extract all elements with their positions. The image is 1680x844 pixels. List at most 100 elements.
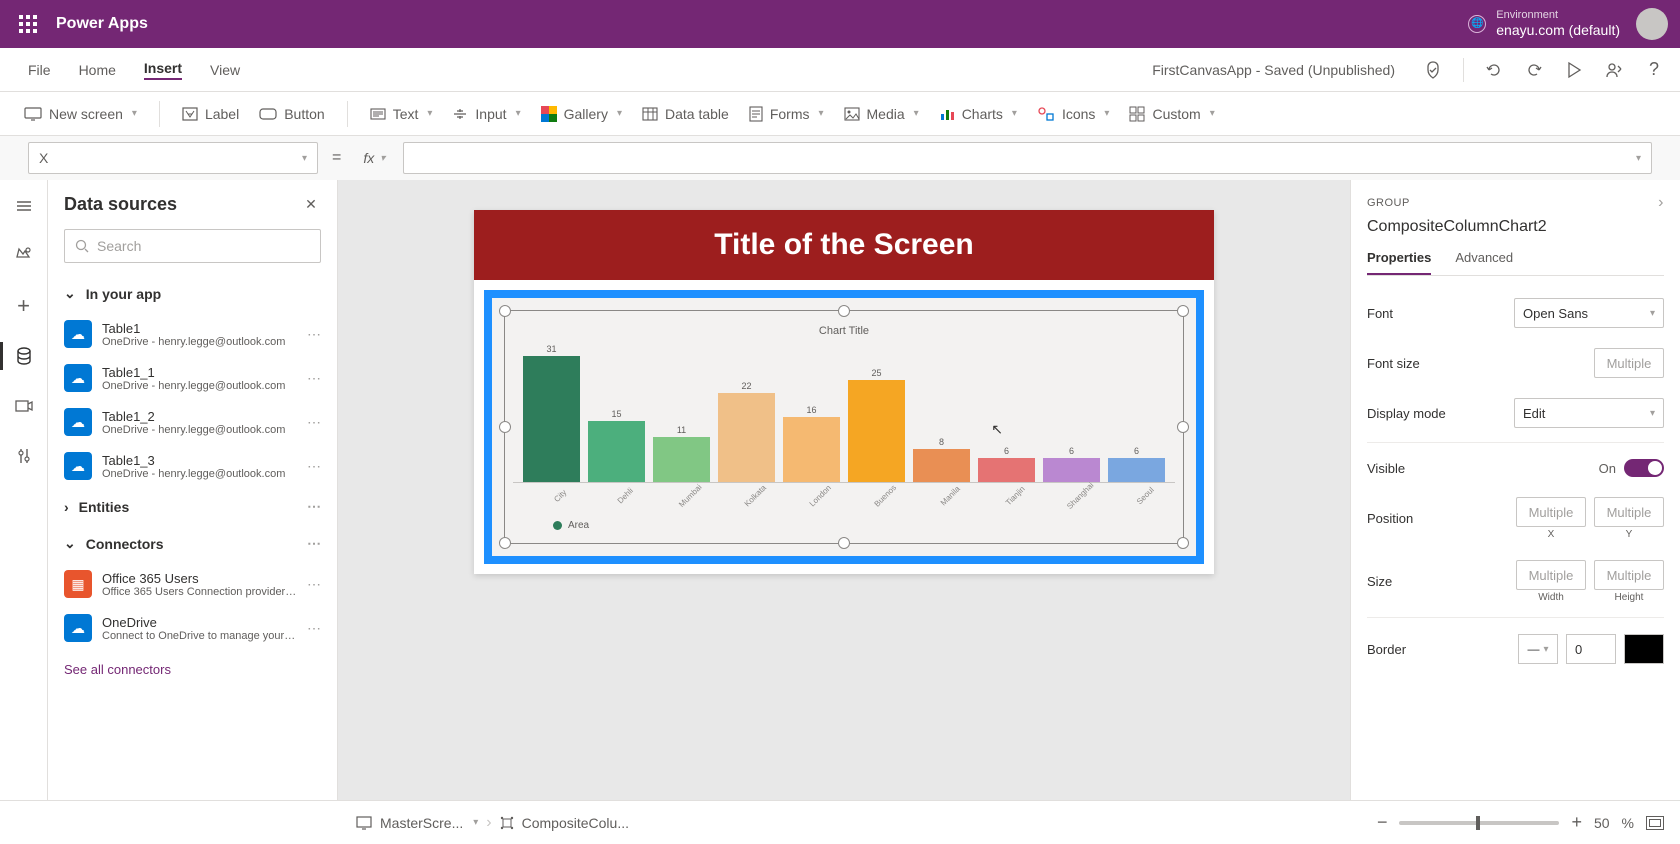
- zoom-slider[interactable]: [1399, 821, 1559, 825]
- resize-handle[interactable]: [1177, 537, 1189, 549]
- more-icon[interactable]: ⋯: [307, 414, 321, 431]
- data-source-item[interactable]: ☁Table1_3OneDrive - henry.legge@outlook.…: [48, 444, 337, 488]
- breadcrumb: MasterScre... ▾ › CompositeColu...: [356, 814, 629, 832]
- section-in-your-app[interactable]: ⌄ In your app: [48, 275, 337, 312]
- formula-input[interactable]: ▾: [403, 142, 1652, 174]
- prop-font-select[interactable]: Open Sans▾: [1514, 298, 1664, 328]
- screen-icon: [356, 816, 372, 830]
- more-icon[interactable]: ⋯: [307, 498, 321, 515]
- resize-handle[interactable]: [499, 537, 511, 549]
- icons-icon: [1037, 106, 1055, 122]
- rail-advanced-icon[interactable]: [12, 444, 36, 468]
- breadcrumb-screen[interactable]: MasterScre...: [380, 815, 463, 831]
- redo-icon[interactable]: [1524, 60, 1544, 80]
- source-subtitle: OneDrive - henry.legge@outlook.com: [102, 424, 297, 436]
- more-icon[interactable]: ⋯: [307, 326, 321, 343]
- close-icon[interactable]: ✕: [301, 195, 321, 215]
- zoom-in-button[interactable]: +: [1571, 812, 1582, 833]
- tab-properties[interactable]: Properties: [1367, 250, 1431, 275]
- ribbon-new-screen[interactable]: New screen▾: [24, 106, 137, 122]
- prop-pos-y[interactable]: Multiple: [1594, 497, 1664, 527]
- zoom-out-button[interactable]: −: [1377, 812, 1388, 833]
- help-icon[interactable]: ?: [1644, 60, 1664, 80]
- rail-media-icon[interactable]: [12, 394, 36, 418]
- ribbon-charts[interactable]: Charts▾: [939, 106, 1017, 122]
- more-icon[interactable]: ⋯: [307, 620, 321, 637]
- chevron-down-icon[interactable]: ▾: [473, 817, 478, 828]
- environment-picker[interactable]: 🌐 Environment enayu.com (default): [1468, 9, 1620, 39]
- waffle-menu-icon[interactable]: [12, 8, 44, 40]
- rail-add-icon[interactable]: +: [12, 294, 36, 318]
- prop-displaymode-select[interactable]: Edit▾: [1514, 398, 1664, 428]
- prop-border-width[interactable]: 0: [1566, 634, 1616, 664]
- prop-pos-x[interactable]: Multiple: [1516, 497, 1586, 527]
- rail-data-icon[interactable]: [12, 344, 36, 368]
- prop-fontsize-input[interactable]: Multiple: [1594, 348, 1664, 378]
- search-input[interactable]: Search: [64, 229, 321, 263]
- fit-to-window-icon[interactable]: [1646, 816, 1664, 830]
- ribbon-input[interactable]: Input▾: [452, 106, 520, 122]
- connector-item[interactable]: ☁OneDriveConnect to OneDrive to manage y…: [48, 606, 337, 650]
- canvas[interactable]: Title of the Screen Chart Title 31151122…: [338, 180, 1350, 800]
- prop-visible-toggle[interactable]: [1624, 459, 1664, 477]
- breadcrumb-selection[interactable]: CompositeColu...: [522, 815, 629, 831]
- ribbon-text-label: Text: [393, 106, 419, 122]
- prop-size-w[interactable]: Multiple: [1516, 560, 1586, 590]
- more-icon[interactable]: ⋯: [307, 458, 321, 475]
- rail-tree-view-icon[interactable]: [12, 194, 36, 218]
- ribbon-text[interactable]: Text▾: [370, 106, 433, 122]
- chevron-right-icon[interactable]: ›: [1658, 194, 1664, 212]
- more-icon[interactable]: ⋯: [307, 535, 321, 552]
- resize-handle[interactable]: [838, 305, 850, 317]
- resize-handle[interactable]: [1177, 421, 1189, 433]
- prop-size-h[interactable]: Multiple: [1594, 560, 1664, 590]
- menu-file[interactable]: File: [28, 62, 51, 78]
- resize-handle[interactable]: [838, 537, 850, 549]
- data-source-item[interactable]: ☁Table1_1OneDrive - henry.legge@outlook.…: [48, 356, 337, 400]
- undo-icon[interactable]: [1484, 60, 1504, 80]
- ribbon-gallery[interactable]: Gallery▾: [541, 106, 622, 122]
- menu-insert[interactable]: Insert: [144, 60, 182, 80]
- bar-column: 11: [653, 425, 710, 482]
- section-entities[interactable]: › Entities ⋯: [48, 488, 337, 525]
- share-icon[interactable]: [1604, 60, 1624, 80]
- ribbon-button-text: Button: [284, 106, 324, 122]
- more-icon[interactable]: ⋯: [307, 576, 321, 593]
- ribbon-icons[interactable]: Icons▾: [1037, 106, 1110, 122]
- ribbon-forms[interactable]: Forms▾: [749, 106, 824, 122]
- section-connectors[interactable]: ⌄ Connectors ⋯: [48, 525, 337, 562]
- tab-advanced[interactable]: Advanced: [1455, 250, 1513, 275]
- app-checker-icon[interactable]: [1423, 60, 1443, 80]
- chart-control[interactable]: Chart Title 3115112216258666 CityDehliMu…: [484, 290, 1204, 564]
- input-icon: [452, 107, 468, 121]
- connector-subtitle: Connect to OneDrive to manage your files…: [102, 630, 297, 642]
- property-selector[interactable]: X ▾: [28, 142, 318, 174]
- see-all-connectors[interactable]: See all connectors: [48, 650, 337, 689]
- connector-icon: ▦: [64, 570, 92, 598]
- prop-font-value: Open Sans: [1523, 306, 1588, 321]
- data-source-item[interactable]: ☁Table1OneDrive - henry.legge@outlook.co…: [48, 312, 337, 356]
- ribbon-media[interactable]: Media▾: [844, 106, 919, 122]
- ribbon-label[interactable]: Label: [182, 106, 239, 122]
- more-icon[interactable]: ⋯: [307, 370, 321, 387]
- menu-view[interactable]: View: [210, 62, 240, 78]
- chevron-down-icon: ⌄: [64, 535, 76, 552]
- prop-border-style[interactable]: — ▾: [1518, 634, 1558, 664]
- user-avatar[interactable]: [1636, 8, 1668, 40]
- fx-label[interactable]: fx▾: [355, 150, 393, 166]
- ribbon-custom[interactable]: Custom▾: [1129, 106, 1214, 122]
- connector-item[interactable]: ▦Office 365 UsersOffice 365 Users Connec…: [48, 562, 337, 606]
- bar: [588, 421, 645, 482]
- prop-border-color[interactable]: [1624, 634, 1664, 664]
- data-source-item[interactable]: ☁Table1_2OneDrive - henry.legge@outlook.…: [48, 400, 337, 444]
- onedrive-icon: ☁: [64, 452, 92, 480]
- ribbon-data-table[interactable]: Data table: [642, 106, 729, 122]
- resize-handle[interactable]: [1177, 305, 1189, 317]
- resize-handle[interactable]: [499, 421, 511, 433]
- ribbon-button[interactable]: Button: [259, 106, 324, 122]
- rail-insert-icon[interactable]: [12, 244, 36, 268]
- bar-value: 6: [1134, 446, 1139, 456]
- play-icon[interactable]: [1564, 60, 1584, 80]
- menu-home[interactable]: Home: [79, 62, 116, 78]
- resize-handle[interactable]: [499, 305, 511, 317]
